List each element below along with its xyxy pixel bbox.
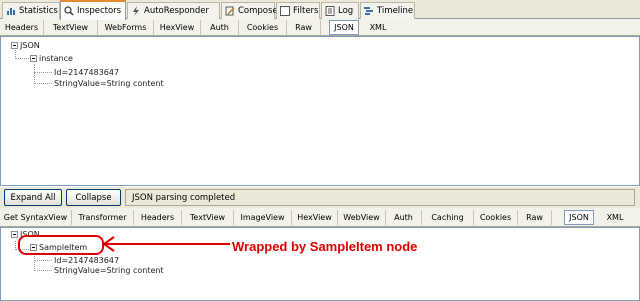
tab-autoresponder[interactable]: AutoResponder — [127, 2, 220, 19]
tree-node-label: JSON — [20, 40, 40, 50]
annotation-label: Wrapped by SampleItem node — [232, 239, 418, 254]
log-icon — [325, 6, 335, 16]
tab-timeline[interactable]: Timeline — [360, 2, 415, 19]
tree-connector — [34, 72, 52, 73]
collapse-button[interactable]: Collapse — [66, 189, 121, 206]
statistics-icon — [6, 6, 16, 16]
collapse-toggle-icon[interactable] — [11, 230, 18, 238]
request-tab-json[interactable]: JSON — [329, 20, 359, 35]
tab-composer[interactable]: Composer — [221, 2, 281, 19]
response-tab-imageview[interactable]: ImageView — [234, 210, 292, 225]
response-tab-hexview[interactable]: HexView — [292, 210, 338, 225]
json-toolbar: Expand All Collapse JSON parsing complet… — [0, 186, 640, 208]
request-json-tree: JSON instance Id=2147483647 StringValue=… — [0, 36, 640, 186]
tree-connector — [34, 260, 52, 261]
tree-connector — [34, 270, 52, 271]
tree-node-label: instance — [39, 53, 73, 63]
collapse-toggle-icon[interactable] — [30, 54, 37, 62]
response-tab-xml[interactable]: XML — [598, 210, 632, 225]
tab-statistics[interactable]: Statistics — [2, 2, 60, 19]
lightning-icon — [131, 6, 141, 16]
tab-label: Timeline — [377, 6, 414, 16]
tab-label: AutoResponder — [144, 6, 210, 16]
expand-all-button[interactable]: Expand All — [4, 189, 62, 206]
tab-label: Composer — [238, 6, 282, 16]
tab-label: Statistics — [19, 6, 58, 16]
tab-filters[interactable]: Filters — [276, 2, 320, 19]
tree-leaf[interactable]: Id=2147483647 — [54, 67, 119, 77]
collapse-toggle-icon[interactable] — [11, 41, 18, 49]
tree-node-json[interactable]: JSON — [11, 40, 40, 50]
checkbox-icon — [280, 6, 290, 16]
main-tab-strip: Statistics Inspectors AutoResponder Comp… — [0, 0, 640, 20]
response-tab-webview[interactable]: WebView — [338, 210, 386, 225]
timeline-icon — [364, 6, 374, 16]
response-tab-cookies[interactable]: Cookies — [474, 210, 518, 225]
request-inspector-tabs: Headers TextView WebForms HexView Auth C… — [0, 19, 640, 36]
sampleitem-highlight-ellipse — [18, 235, 104, 255]
request-tab-cookies[interactable]: Cookies — [239, 20, 287, 35]
response-tab-headers[interactable]: Headers — [134, 210, 182, 225]
response-tab-json[interactable]: JSON — [564, 210, 594, 225]
tab-label: Log — [338, 6, 354, 16]
tree-connector — [34, 253, 35, 271]
request-tab-raw[interactable]: Raw — [287, 20, 321, 35]
tree-leaf[interactable]: StringValue=String content — [54, 265, 164, 275]
request-tab-hexview[interactable]: HexView — [154, 20, 201, 35]
tab-label: Inspectors — [77, 6, 122, 16]
composer-icon — [225, 6, 235, 16]
tree-connector — [15, 58, 29, 59]
tab-log[interactable]: Log — [321, 2, 359, 19]
tab-inspectors[interactable]: Inspectors — [60, 0, 126, 20]
inspectors-icon — [64, 6, 74, 16]
request-tab-auth[interactable]: Auth — [201, 20, 239, 35]
response-tab-textview[interactable]: TextView — [182, 210, 234, 225]
tree-connector — [34, 83, 52, 84]
response-tab-transformer[interactable]: Transformer — [72, 210, 134, 225]
request-tab-headers[interactable]: Headers — [0, 20, 44, 35]
request-tab-xml[interactable]: XML — [361, 20, 395, 35]
response-tab-get-syntaxview[interactable]: Get SyntaxView — [0, 210, 72, 225]
response-tab-auth[interactable]: Auth — [386, 210, 422, 225]
response-tab-caching[interactable]: Caching — [422, 210, 474, 225]
tree-node-instance[interactable]: instance — [30, 53, 73, 63]
request-tab-webforms[interactable]: WebForms — [98, 20, 154, 35]
tree-leaf[interactable]: StringValue=String content — [54, 78, 164, 88]
tree-leaf[interactable]: Id=2147483647 — [54, 255, 119, 265]
response-tab-raw[interactable]: Raw — [518, 210, 552, 225]
status-text: JSON parsing completed — [125, 189, 635, 206]
tree-connector — [34, 64, 35, 84]
request-tab-textview[interactable]: TextView — [44, 20, 98, 35]
annotation-arrow-icon — [102, 236, 230, 252]
tab-label: Filters — [293, 6, 319, 16]
response-inspector-tabs: Get SyntaxView Transformer Headers TextV… — [0, 208, 640, 227]
